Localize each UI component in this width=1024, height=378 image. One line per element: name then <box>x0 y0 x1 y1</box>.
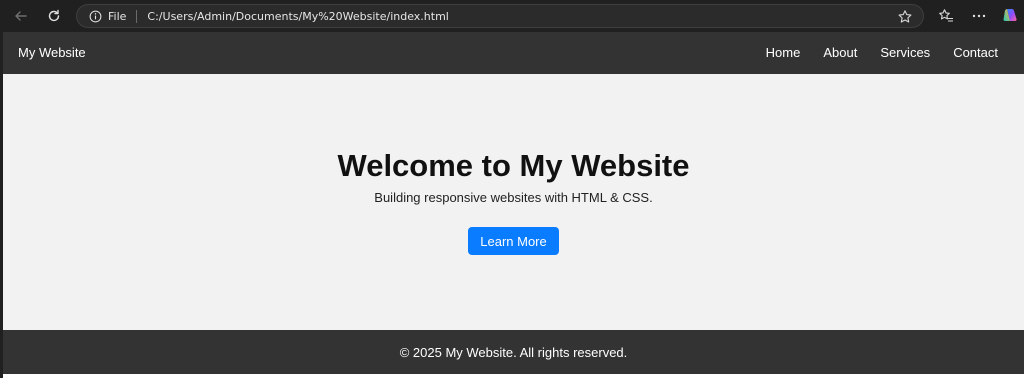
page-viewport: My Website Home About Services Contact W… <box>3 32 1024 378</box>
nav-link-home[interactable]: Home <box>766 45 801 60</box>
favorites-icon <box>939 9 953 22</box>
favorite-star-button[interactable] <box>897 9 913 25</box>
nav-link-services[interactable]: Services <box>880 45 930 60</box>
hero-section: Welcome to My Website Building responsiv… <box>3 74 1024 330</box>
site-header: My Website Home About Services Contact <box>3 32 1024 74</box>
nav-link-about[interactable]: About <box>823 45 857 60</box>
refresh-icon <box>48 9 60 22</box>
copilot-button[interactable] <box>998 4 1022 28</box>
back-button[interactable] <box>9 4 33 28</box>
url-text[interactable]: C:/Users/Admin/Documents/My%20Website/in… <box>147 10 448 23</box>
more-button[interactable] <box>967 4 991 28</box>
browser-toolbar: File C:/Users/Admin/Documents/My%20Websi… <box>0 0 1024 32</box>
info-icon[interactable] <box>88 9 102 23</box>
nav-link-contact[interactable]: Contact <box>953 45 998 60</box>
copilot-icon <box>1003 9 1017 21</box>
footer-copyright: © 2025 My Website. All rights reserved. <box>399 344 628 360</box>
site-footer: © 2025 My Website. All rights reserved. <box>3 330 1024 374</box>
address-bar[interactable]: File C:/Users/Admin/Documents/My%20Websi… <box>76 4 924 28</box>
site-logo[interactable]: My Website <box>18 45 86 60</box>
back-icon <box>15 11 27 21</box>
favorites-button[interactable] <box>934 4 958 28</box>
address-separator <box>136 9 138 23</box>
more-icon <box>972 14 986 18</box>
refresh-button[interactable] <box>42 4 66 28</box>
address-scheme-label: File <box>108 9 127 23</box>
hero-subtitle: Building responsive websites with HTML &… <box>374 190 653 205</box>
hero-title: Welcome to My Website <box>337 148 690 183</box>
site-nav: Home About Services Contact <box>743 45 998 60</box>
learn-more-button[interactable]: Learn More <box>468 227 559 255</box>
star-icon <box>898 10 912 23</box>
